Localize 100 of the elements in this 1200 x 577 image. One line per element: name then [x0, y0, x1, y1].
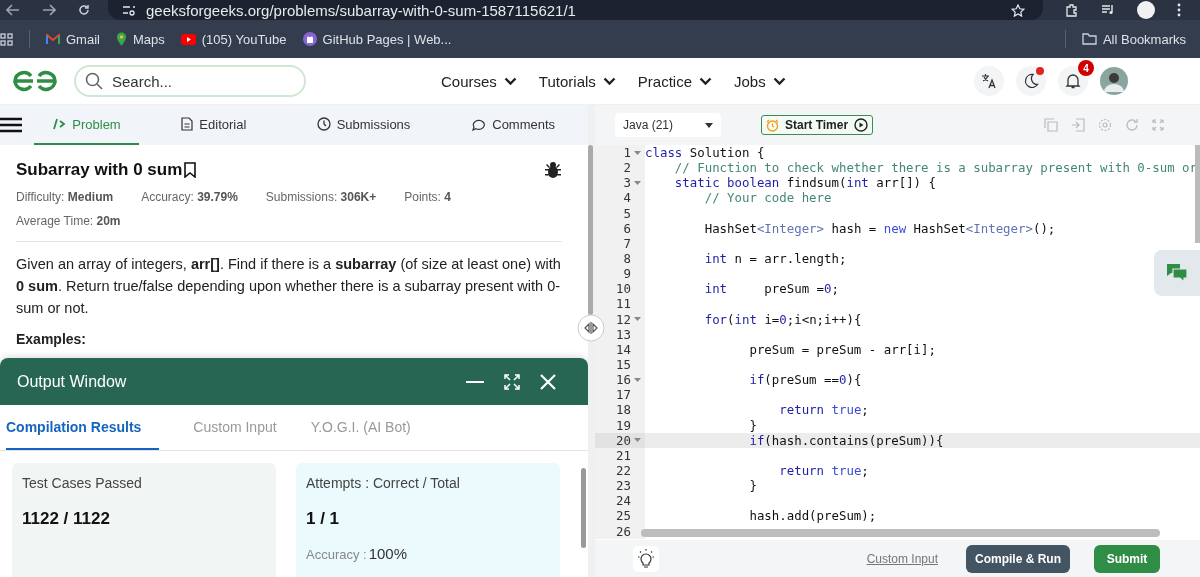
line-number: 22: [616, 463, 631, 478]
search-icon: [85, 72, 103, 90]
media-icon[interactable]: [1101, 4, 1115, 16]
line-number: 17: [616, 387, 631, 403]
line-number: 6: [623, 220, 631, 236]
expand-icon[interactable]: [504, 373, 520, 390]
fold-caret-icon[interactable]: [634, 180, 641, 185]
output-tab[interactable]: Compilation Results: [6, 405, 160, 450]
fold-caret-icon[interactable]: [634, 150, 641, 155]
menu-icon[interactable]: [0, 117, 22, 133]
scrollbar-thumb[interactable]: [581, 468, 586, 548]
minimize-icon[interactable]: [466, 379, 484, 384]
line-number: 24: [616, 493, 631, 509]
problem-title: Subarray with 0 sum: [16, 160, 183, 180]
bookmark-link[interactable]: Maps: [115, 31, 165, 47]
line-number: 1: [623, 145, 631, 161]
nav-menu[interactable]: Practice: [637, 72, 712, 90]
code-line: if(hash.contains(preSum)){: [748, 432, 944, 448]
fold-caret-icon[interactable]: [634, 317, 641, 322]
apps-grid-icon[interactable]: [0, 32, 13, 46]
line-number: 20: [616, 432, 631, 448]
code-line: int n = arr.length;: [703, 251, 847, 267]
bug-icon[interactable]: [544, 161, 562, 179]
card-title: Attempts : Correct / Total: [306, 475, 461, 491]
url-text: geeksforgeeks.org/problems/subarray-with-0-sum-1587115621/1: [146, 1, 577, 19]
problem-tab[interactable]: Editorial: [139, 105, 289, 145]
code-line: // Your code here: [703, 190, 832, 206]
clock-icon: [316, 117, 331, 131]
examples-heading: Examples:: [16, 331, 88, 347]
back-icon[interactable]: [6, 4, 20, 16]
bookmark-link[interactable]: GitHub Pages | Web...: [302, 31, 452, 47]
line-number: 7: [623, 235, 631, 251]
card-title: Test Cases Passed: [22, 475, 143, 491]
line-number: 25: [616, 508, 631, 524]
play-circle-icon: [854, 118, 869, 132]
code-line: class Solution {: [645, 145, 765, 161]
submit-button[interactable]: Submit: [1094, 544, 1160, 573]
code-line: return true;: [778, 402, 869, 418]
resize-handle-icon[interactable]: [577, 314, 605, 342]
nav-menu[interactable]: Jobs: [734, 72, 786, 90]
line-number: 2: [623, 160, 631, 176]
profile-avatar[interactable]: [1137, 1, 1155, 19]
logo-icon[interactable]: [12, 69, 58, 93]
speech-bubble-icon: [471, 117, 487, 131]
user-avatar[interactable]: [1100, 67, 1128, 95]
hint-button[interactable]: [633, 545, 659, 572]
bookmark-link[interactable]: Gmail: [46, 31, 100, 47]
translate-button[interactable]: [974, 66, 1004, 96]
line-number: 18: [616, 402, 631, 418]
code-line: }: [748, 478, 757, 494]
language-dropdown[interactable]: Java (21): [615, 113, 721, 137]
line-number: 4: [623, 190, 631, 206]
fold-caret-icon[interactable]: [634, 438, 641, 443]
extensions-icon[interactable]: [1065, 3, 1079, 17]
folder-icon: [1081, 33, 1097, 45]
code-line: for(int i=0;i<n;i++){: [703, 311, 862, 327]
start-timer-button[interactable]: Start Timer: [761, 115, 874, 135]
chevron-down-icon: [503, 76, 517, 86]
problem-stat: Points: 4: [404, 190, 451, 204]
all-bookmarks-link[interactable]: All Bookmarks: [1081, 31, 1186, 47]
problem-tab[interactable]: Problem: [34, 105, 139, 145]
scrollbar-thumb[interactable]: [641, 529, 1160, 537]
scrollbar-thumb[interactable]: [588, 145, 593, 315]
bookmark-star-icon[interactable]: [1011, 3, 1025, 17]
problem-tab[interactable]: Submissions: [288, 105, 439, 145]
chat-button[interactable]: [1154, 250, 1200, 296]
scrollbar-thumb[interactable]: [1195, 145, 1200, 243]
fold-caret-icon[interactable]: [634, 377, 641, 382]
site-settings-icon[interactable]: [122, 4, 136, 16]
nav-menu[interactable]: Courses: [441, 72, 517, 90]
card-value: 1122 / 1122: [22, 509, 111, 529]
search-field[interactable]: Search...: [74, 65, 306, 97]
more-icon[interactable]: [1177, 3, 1181, 17]
address-bar[interactable]: geeksforgeeks.org/problems/subarray-with-0-sum-1587115621/1: [108, 0, 1043, 20]
accuracy-value: 100%: [368, 545, 408, 562]
problem-stat: Difficulty: Medium: [16, 190, 114, 204]
notifications-button[interactable]: [1058, 66, 1088, 96]
code-line: static boolean findsum(int arr[]) {: [673, 175, 936, 191]
line-number: 16: [616, 372, 631, 388]
line-number: 21: [616, 447, 631, 463]
line-number: 9: [623, 266, 631, 282]
close-icon[interactable]: [540, 373, 556, 390]
line-number: 12: [616, 311, 631, 327]
code-line: }: [748, 417, 757, 433]
line-number: 11: [616, 296, 631, 312]
compile-run-button[interactable]: Compile & Run: [966, 544, 1070, 573]
problem-tab[interactable]: Comments: [438, 105, 588, 145]
code-line: HashSet<Integer> hash = new HashSet<Integer>();: [703, 220, 1056, 236]
code-icon: [52, 118, 67, 130]
line-number: 8: [623, 251, 631, 267]
output-window-title: Output Window: [17, 372, 127, 391]
reload-icon[interactable]: [78, 4, 90, 16]
nav-menu[interactable]: Tutorials: [538, 72, 616, 90]
custom-input-link[interactable]: Custom Input: [866, 551, 938, 566]
theme-toggle-button[interactable]: [1016, 66, 1046, 96]
bookmark-icon[interactable]: [184, 162, 197, 178]
bookmark-link[interactable]: (105) YouTube: [180, 31, 287, 47]
forward-icon[interactable]: [42, 4, 56, 16]
notification-count: 4: [1078, 60, 1094, 76]
problem-description: Given an array of integers, arr[]. Find if there is a subarray (of size at least one) with 0 sum. Return true/false depending upon whether there is a subarray present with 0-sum or not.: [16, 255, 562, 318]
